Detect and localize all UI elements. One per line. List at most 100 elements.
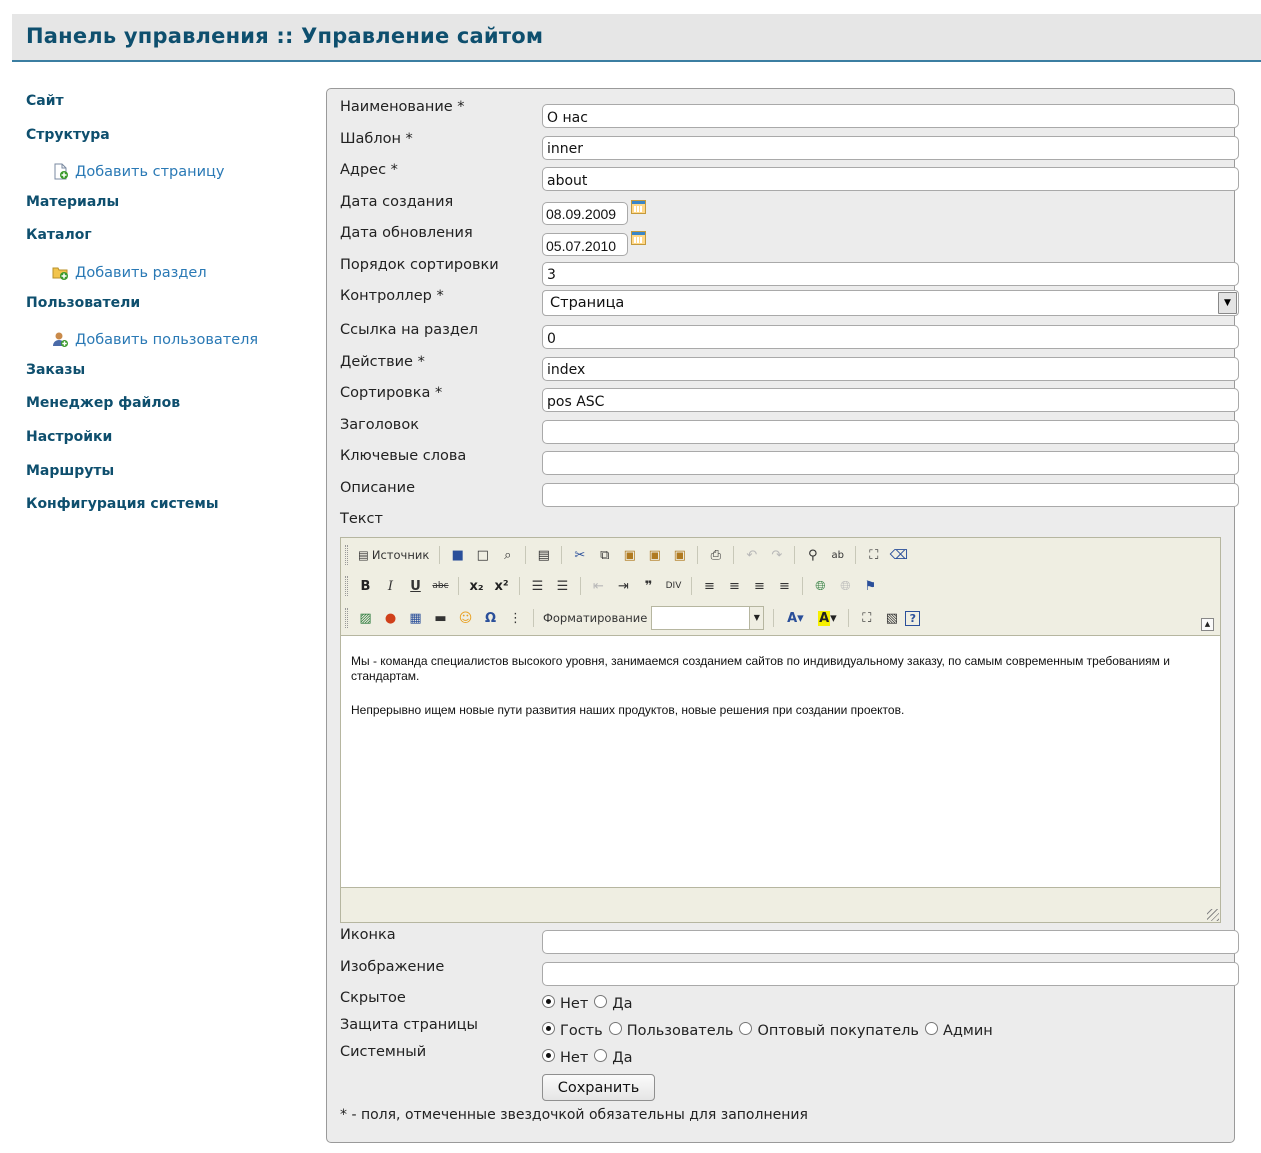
sidebar-item-system-config[interactable]: Конфигурация системы	[26, 491, 316, 525]
resize-handle-icon[interactable]	[1207, 909, 1219, 921]
replace-icon[interactable]: ab	[826, 544, 849, 566]
sort-order-input[interactable]	[542, 261, 1239, 286]
link-icon[interactable]: 🌐︎	[809, 575, 832, 597]
sidebar-item-site[interactable]: Сайт	[26, 88, 316, 122]
table-icon[interactable]: ▦	[404, 607, 427, 629]
sidebar-item-add-user[interactable]: Добавить пользователя	[26, 323, 316, 357]
superscript-icon[interactable]: x²	[490, 575, 513, 597]
text-color-icon[interactable]: A▾	[780, 607, 810, 629]
calendar-icon[interactable]	[631, 199, 646, 214]
image-input[interactable]	[542, 961, 1239, 986]
sidebar-item-catalog[interactable]: Каталог	[26, 222, 316, 256]
icon-input[interactable]	[542, 930, 1239, 954]
collapse-toolbar-icon[interactable]: ▲	[1201, 618, 1214, 631]
bold-icon[interactable]: B	[354, 575, 377, 597]
align-center-icon[interactable]: ≡	[723, 575, 746, 597]
sidebar-item-structure[interactable]: Структура	[26, 122, 316, 156]
sorting-input[interactable]	[542, 388, 1239, 412]
system-no-radio[interactable]: Нет	[542, 1048, 592, 1066]
italic-icon[interactable]: I	[379, 575, 402, 597]
sidebar-item-routes[interactable]: Маршруты	[26, 458, 316, 492]
description-input[interactable]	[542, 482, 1239, 507]
page-break-icon[interactable]: ⋮	[504, 607, 527, 629]
remove-format-icon[interactable]: ⌫	[887, 544, 910, 566]
protection-wholesale-radio[interactable]: Оптовый покупатель	[739, 1021, 922, 1039]
sidebar-item-materials[interactable]: Материалы	[26, 189, 316, 223]
radio-unchecked[interactable]	[594, 994, 608, 1008]
protection-admin-radio[interactable]: Админ	[924, 1021, 997, 1039]
calendar-icon[interactable]	[631, 231, 646, 245]
blockquote-icon[interactable]: ❞	[637, 575, 660, 597]
cut-icon[interactable]: ✂	[568, 544, 591, 566]
show-blocks-icon[interactable]: ▧	[880, 607, 903, 629]
align-right-icon[interactable]: ≡	[748, 575, 771, 597]
find-icon[interactable]: ⚲	[801, 544, 824, 566]
undo-icon[interactable]: ↶	[740, 544, 763, 566]
radio-checked[interactable]	[542, 1048, 555, 1062]
select-all-icon[interactable]: ⛶	[862, 544, 885, 566]
sidebar-item-add-page[interactable]: Добавить страницу	[26, 155, 316, 189]
paste-text-icon[interactable]: ▣	[643, 544, 666, 566]
protection-guest-radio[interactable]: Гость	[542, 1021, 607, 1039]
div-container-icon[interactable]: DIV	[662, 575, 685, 597]
indent-icon[interactable]: ⇥	[612, 575, 635, 597]
copy-icon[interactable]: ⧉	[593, 544, 616, 566]
section-link-input[interactable]	[542, 325, 1239, 349]
underline-icon[interactable]: U	[404, 575, 427, 597]
subscript-icon[interactable]: x₂	[465, 575, 488, 597]
bulleted-list-icon[interactable]: ☰	[551, 575, 574, 597]
created-date-input[interactable]	[542, 201, 628, 225]
radio-unchecked[interactable]	[608, 1021, 622, 1035]
system-yes-radio[interactable]: Да	[594, 1048, 636, 1066]
horizontal-rule-icon[interactable]: ▬	[429, 607, 452, 629]
sidebar-item-settings[interactable]: Настройки	[26, 424, 316, 458]
maximize-icon[interactable]: ⛶	[855, 607, 878, 629]
justify-icon[interactable]: ≡	[773, 575, 796, 597]
heading-input[interactable]	[542, 419, 1239, 444]
new-page-icon[interactable]: □	[471, 544, 494, 566]
hidden-yes-radio[interactable]: Да	[594, 994, 636, 1012]
sidebar-item-orders[interactable]: Заказы	[26, 357, 316, 391]
updated-date-input[interactable]	[542, 233, 628, 256]
chevron-down-icon[interactable]: ▼	[1218, 292, 1237, 314]
radio-checked[interactable]	[542, 994, 555, 1008]
numbered-list-icon[interactable]: ☰	[526, 575, 549, 597]
align-left-icon[interactable]: ≡	[698, 575, 721, 597]
controller-select[interactable]: Страница ▼	[542, 290, 1239, 316]
print-icon[interactable]: ⎙	[704, 544, 727, 566]
paste-icon[interactable]: ▣	[618, 544, 641, 566]
editor-content-area[interactable]: Мы - команда специалистов высокого уровн…	[341, 635, 1220, 888]
keywords-input[interactable]	[542, 451, 1239, 475]
strikethrough-icon[interactable]: abc	[429, 575, 452, 597]
preview-icon[interactable]: ⌕	[496, 544, 519, 566]
save-icon[interactable]: ■	[446, 544, 469, 566]
sidebar-item-add-section[interactable]: Добавить раздел	[26, 256, 316, 290]
name-input[interactable]	[542, 104, 1239, 128]
unlink-icon[interactable]: 🌐︎	[834, 575, 857, 597]
templates-icon[interactable]: ▤	[532, 544, 555, 566]
format-select[interactable]: ▼	[651, 606, 765, 630]
help-icon[interactable]: ?	[905, 610, 921, 626]
radio-unchecked[interactable]	[594, 1048, 608, 1062]
save-button[interactable]: Сохранить	[542, 1074, 655, 1101]
smiley-icon[interactable]: ☺	[454, 607, 477, 629]
paste-word-icon[interactable]: ▣	[668, 544, 691, 566]
anchor-flag-icon[interactable]: ⚑	[859, 575, 882, 597]
special-char-icon[interactable]: Ω	[479, 607, 502, 629]
template-input[interactable]	[542, 135, 1239, 160]
address-input[interactable]	[542, 167, 1239, 191]
image-icon[interactable]: ▨	[354, 607, 377, 629]
source-button[interactable]: ▤ Источник	[354, 544, 433, 566]
outdent-icon[interactable]: ⇤	[587, 575, 610, 597]
sidebar-item-users[interactable]: Пользователи	[26, 290, 316, 324]
radio-checked[interactable]	[542, 1021, 555, 1035]
action-input[interactable]	[542, 356, 1239, 381]
hidden-no-radio[interactable]: Нет	[542, 994, 592, 1012]
radio-unchecked[interactable]	[924, 1021, 938, 1035]
redo-icon[interactable]: ↷	[765, 544, 788, 566]
sidebar-item-file-manager[interactable]: Менеджер файлов	[26, 390, 316, 424]
flash-icon[interactable]: ●	[379, 607, 402, 629]
protection-user-radio[interactable]: Пользователь	[608, 1021, 738, 1039]
radio-unchecked[interactable]	[739, 1021, 753, 1035]
bg-color-icon[interactable]: A ▾	[812, 607, 842, 629]
